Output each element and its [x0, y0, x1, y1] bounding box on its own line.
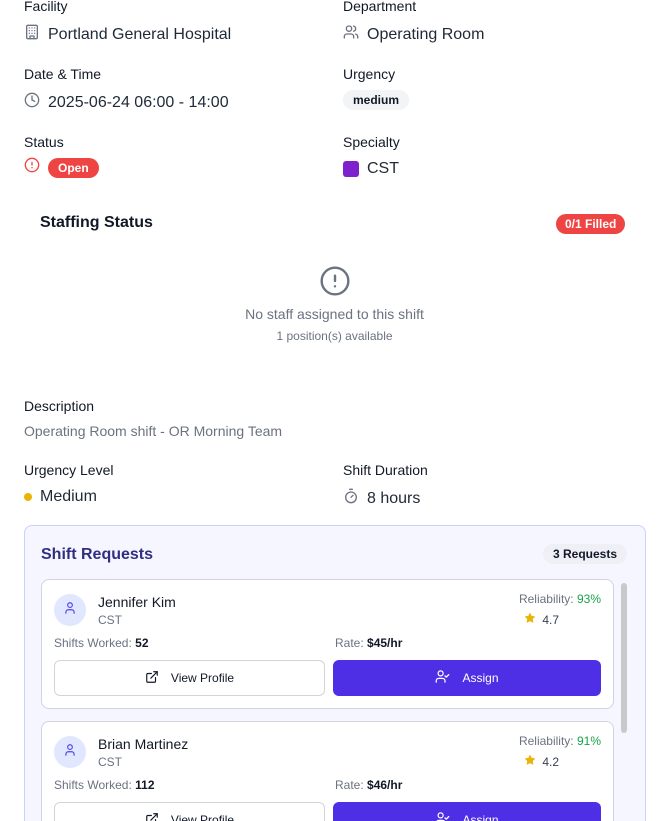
view-profile-label: View Profile: [170, 671, 235, 685]
alert-circle-icon: [319, 265, 351, 302]
shifts-worked-label: Shifts Worked:: [54, 636, 132, 650]
user-icon: [63, 601, 77, 620]
shifts-worked-label: Shifts Worked:: [54, 778, 132, 792]
assign-label: Assign: [462, 813, 499, 821]
shift-duration-value: 8 hours: [343, 488, 420, 509]
request-card: Brian Martinez CST Reliability: 91% 4.2 …: [41, 721, 614, 821]
reliability-value: 91%: [576, 734, 601, 748]
filled-badge: 0/1 Filled: [556, 214, 626, 234]
urgency-level-text: Medium: [40, 488, 97, 505]
reliability-value: 93%: [576, 592, 601, 606]
urgency-dot: [24, 493, 32, 501]
external-link-icon: [145, 670, 159, 687]
view-profile-button[interactable]: View Profile: [54, 802, 325, 821]
shift-requests-title: Shift Requests: [41, 546, 154, 563]
facility-name: Portland General Hospital: [48, 25, 232, 43]
requests-scrollbar-thumb[interactable]: [621, 583, 627, 733]
reliability-label: Reliability:: [518, 734, 574, 748]
shifts-worked-value: 52: [135, 636, 149, 650]
view-profile-label: View Profile: [170, 813, 235, 821]
urgency-value: medium: [343, 90, 410, 110]
shifts-worked-value: 112: [135, 778, 155, 792]
star-icon: [524, 754, 536, 769]
facility-label: Facility: [24, 0, 68, 14]
assign-button[interactable]: Assign: [333, 802, 601, 821]
staffing-status-title: Staffing Status: [40, 214, 153, 231]
department-name: Operating Room: [367, 25, 485, 43]
rating: 4.7: [524, 612, 559, 627]
department-value: Operating Room: [343, 24, 484, 45]
description-text: Operating Room shift - OR Morning Team: [24, 423, 283, 439]
shifts-worked: Shifts Worked: 112: [54, 778, 155, 792]
rate: Rate: $46/hr: [335, 778, 402, 792]
rating-value: 4.2: [542, 754, 559, 769]
reliability-label: Reliability:: [518, 592, 574, 606]
view-profile-button[interactable]: View Profile: [54, 660, 325, 696]
shift-requests-panel: Shift Requests 3 Requests Jennifer Kim C…: [24, 525, 646, 821]
status-value: Open: [24, 157, 99, 178]
shift-duration-text: 8 hours: [367, 489, 421, 507]
specialty-value: CST: [343, 160, 399, 178]
department-label: Department: [343, 0, 417, 14]
request-name: Brian Martinez: [98, 736, 189, 752]
clock-icon: [24, 92, 40, 113]
rating: 4.2: [524, 754, 559, 769]
status-label: Status: [24, 134, 64, 150]
rate: Rate: $45/hr: [335, 636, 402, 650]
user-check-icon: [435, 669, 450, 687]
datetime-text: 2025-06-24 06:00 - 14:00: [48, 93, 229, 111]
reliability: Reliability: 91%: [519, 734, 601, 748]
avatar: [54, 736, 86, 768]
rate-label: Rate:: [335, 636, 364, 650]
shifts-worked: Shifts Worked: 52: [54, 636, 149, 650]
description-label: Description: [24, 398, 95, 414]
request-role: CST: [98, 613, 122, 627]
request-name: Jennifer Kim: [98, 594, 176, 610]
request-role: CST: [98, 755, 122, 769]
assign-label: Assign: [462, 671, 499, 685]
user-icon: [63, 743, 77, 762]
building-icon: [24, 24, 40, 45]
specialty-name: CST: [367, 160, 399, 177]
rating-value: 4.7: [542, 612, 559, 627]
shift-duration-label: Shift Duration: [343, 462, 428, 478]
requests-count-badge: 3 Requests: [542, 544, 627, 564]
avatar: [54, 594, 86, 626]
reliability: Reliability: 93%: [519, 592, 601, 606]
positions-available: 1 position(s) available: [276, 329, 393, 343]
urgency-badge: medium: [343, 90, 410, 110]
timer-icon: [343, 488, 359, 509]
request-card: Jennifer Kim CST Reliability: 93% 4.7 Sh…: [41, 579, 614, 709]
rate-value: $45/hr: [367, 636, 403, 650]
urgency-level-value: Medium: [24, 488, 97, 506]
specialty-label: Specialty: [343, 134, 400, 150]
specialty-color-swatch: [343, 161, 359, 177]
users-icon: [343, 24, 359, 45]
rate-label: Rate:: [335, 778, 364, 792]
alert-circle-icon: [24, 157, 40, 178]
datetime-label: Date & Time: [24, 66, 102, 82]
datetime-value: 2025-06-24 06:00 - 14:00: [24, 92, 229, 113]
external-link-icon: [145, 812, 159, 821]
facility-value: Portland General Hospital: [24, 24, 231, 45]
empty-staff-message: No staff assigned to this shift: [245, 306, 424, 322]
star-icon: [524, 612, 536, 627]
user-check-icon: [435, 811, 450, 821]
rate-value: $46/hr: [367, 778, 403, 792]
status-badge: Open: [48, 157, 99, 178]
urgency-label: Urgency: [343, 66, 396, 82]
urgency-level-label: Urgency Level: [24, 462, 114, 478]
assign-button[interactable]: Assign: [333, 660, 601, 696]
